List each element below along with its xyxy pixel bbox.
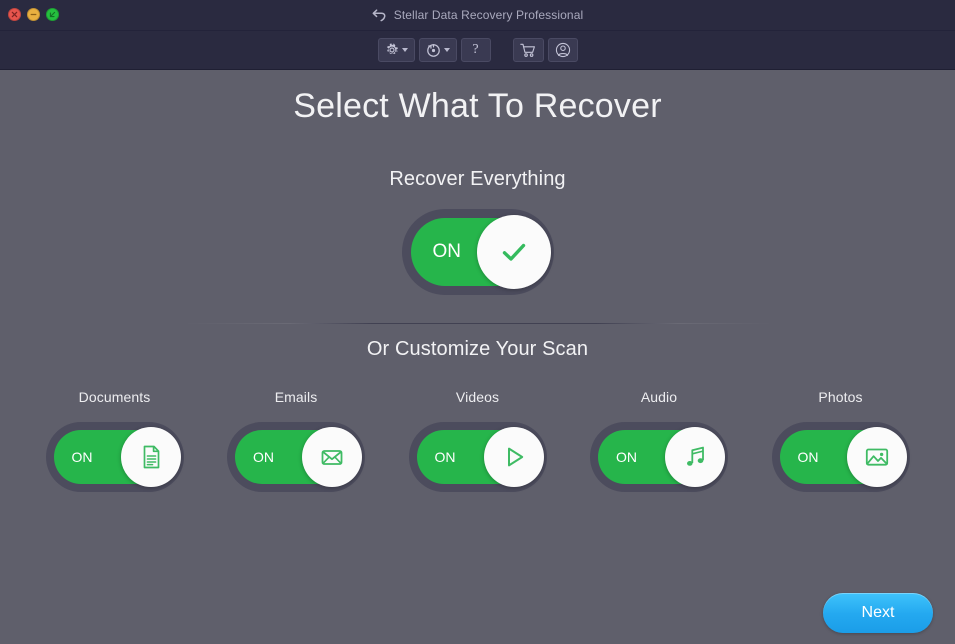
audio-toggle[interactable]: ON: [590, 422, 728, 492]
user-account-icon: [555, 42, 571, 58]
chevron-down-icon: [444, 48, 450, 52]
toggle-knob[interactable]: [121, 427, 181, 487]
help-button[interactable]: ?: [461, 38, 491, 62]
toggle-knob[interactable]: [477, 215, 551, 289]
settings-button[interactable]: [378, 38, 415, 62]
category-label: Photos: [818, 389, 862, 405]
document-icon: [137, 443, 165, 471]
toolbar-left-group: ?: [378, 38, 491, 62]
recover-everything-label: Recover Everything: [0, 126, 955, 191]
customize-scan-title: Or Customize Your Scan: [0, 324, 955, 361]
category-label: Audio: [641, 389, 677, 405]
titlebar: Stellar Data Recovery Professional: [0, 0, 955, 31]
window-title-group: Stellar Data Recovery Professional: [0, 0, 955, 30]
page-title: Select What To Recover: [0, 70, 955, 126]
videos-toggle[interactable]: ON: [409, 422, 547, 492]
category-videos: Videos ON: [405, 389, 550, 492]
window-title: Stellar Data Recovery Professional: [394, 8, 583, 22]
toggle-knob[interactable]: [484, 427, 544, 487]
category-audio: Audio ON: [587, 389, 732, 492]
checkmark-icon: [497, 235, 531, 269]
chevron-down-icon: [402, 48, 408, 52]
account-button[interactable]: [548, 38, 578, 62]
gear-icon: [385, 43, 399, 57]
picture-icon: [862, 442, 892, 472]
history-clock-icon: [426, 43, 441, 58]
category-list: Documents ON Emails ON: [0, 361, 955, 492]
app-window: Stellar Data Recovery Professional: [0, 0, 955, 644]
toolbar-right-group: [513, 38, 578, 62]
category-label: Documents: [79, 389, 151, 405]
documents-toggle[interactable]: ON: [46, 422, 184, 492]
shopping-cart-icon: [520, 43, 537, 58]
toggle-knob[interactable]: [302, 427, 362, 487]
next-button[interactable]: Next: [823, 593, 933, 633]
envelope-icon: [317, 442, 347, 472]
music-note-icon: [680, 442, 710, 472]
photos-toggle[interactable]: ON: [772, 422, 910, 492]
category-emails: Emails ON: [224, 389, 369, 492]
main-content: Select What To Recover Recover Everythin…: [0, 70, 955, 644]
recover-everything-toggle[interactable]: ON: [402, 209, 554, 295]
category-label: Videos: [456, 389, 499, 405]
recent-scans-button[interactable]: [419, 38, 457, 62]
category-documents: Documents ON: [42, 389, 187, 492]
toolbar: ?: [0, 31, 955, 70]
question-mark-icon: ?: [472, 43, 478, 57]
toggle-knob[interactable]: [847, 427, 907, 487]
back-arrow-icon: [372, 9, 387, 22]
emails-toggle[interactable]: ON: [227, 422, 365, 492]
recover-everything-toggle-wrap: ON: [0, 209, 955, 295]
category-photos: Photos ON: [768, 389, 913, 492]
toggle-knob[interactable]: [665, 427, 725, 487]
play-triangle-icon: [499, 442, 529, 472]
cart-button[interactable]: [513, 38, 544, 62]
category-label: Emails: [275, 389, 318, 405]
